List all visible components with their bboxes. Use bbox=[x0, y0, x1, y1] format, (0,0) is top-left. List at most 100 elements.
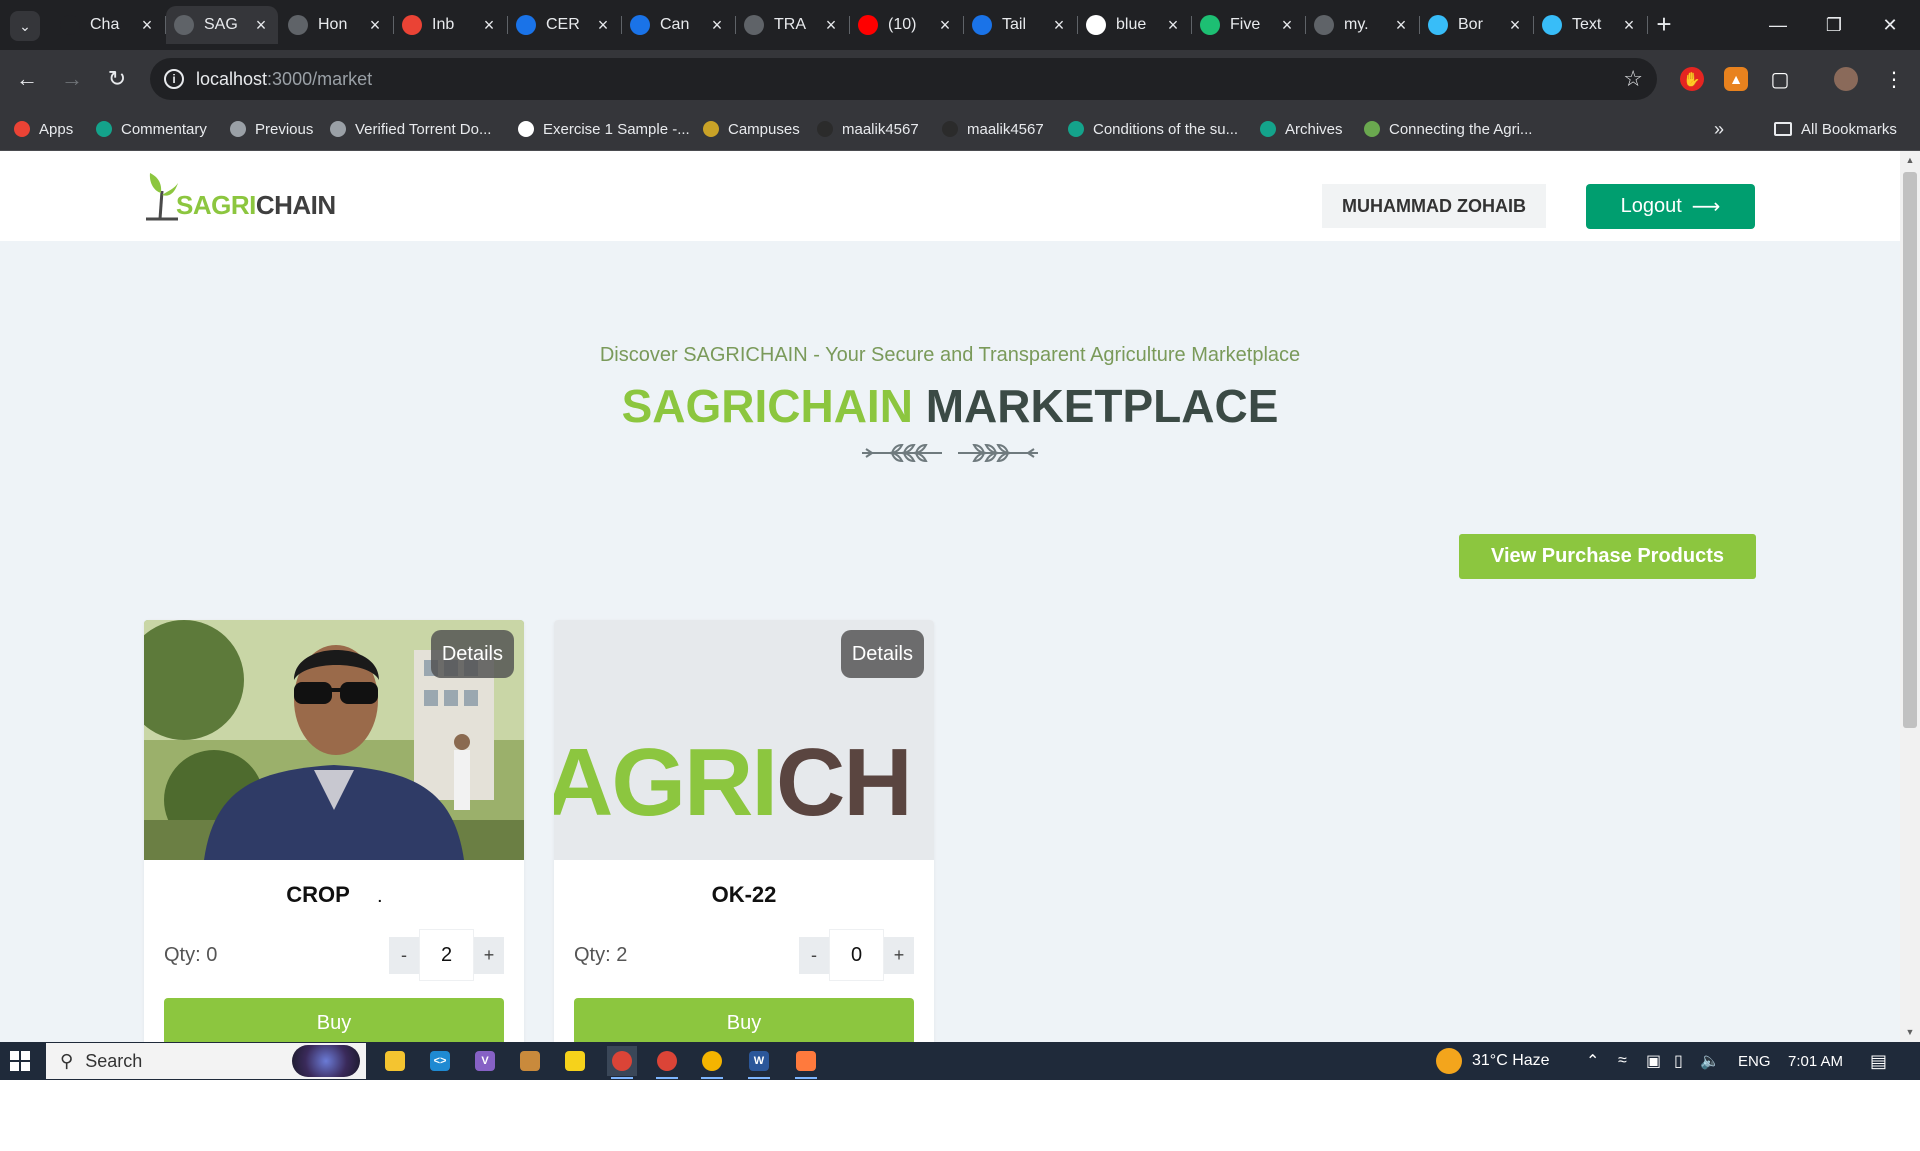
site-logo[interactable]: SAGRICHAIN bbox=[144, 169, 336, 221]
bookmark-item[interactable]: Exercise 1 Sample -... bbox=[518, 107, 690, 151]
details-button[interactable]: Details bbox=[430, 630, 514, 678]
new-tab-button[interactable]: + bbox=[1650, 11, 1678, 39]
reload-button[interactable]: ↻ bbox=[102, 64, 132, 94]
close-window-button[interactable]: ✕ bbox=[1862, 0, 1918, 50]
bookmark-item[interactable]: Connecting the Agri... bbox=[1364, 107, 1532, 151]
github-icon bbox=[817, 121, 833, 137]
back-button[interactable]: ← bbox=[12, 64, 42, 94]
taskbar-search[interactable]: ⚲ Search bbox=[46, 1043, 366, 1079]
close-tab-icon[interactable]: × bbox=[1506, 15, 1524, 36]
profile-avatar[interactable] bbox=[1834, 67, 1858, 91]
restore-button[interactable]: ❐ bbox=[1806, 0, 1862, 50]
sticky-notes-icon[interactable] bbox=[560, 1046, 590, 1076]
address-bar[interactable]: i localhost:3000/market ☆ bbox=[150, 58, 1657, 100]
visual-studio-icon[interactable]: V bbox=[470, 1046, 500, 1076]
browser-tab[interactable]: (10) × bbox=[850, 6, 964, 44]
show-hidden-icons[interactable]: ⌃ bbox=[1586, 1042, 1599, 1080]
all-bookmarks-button[interactable]: All Bookmarks bbox=[1774, 107, 1897, 151]
minimize-button[interactable]: — bbox=[1750, 0, 1806, 50]
increment-button[interactable]: + bbox=[884, 936, 914, 974]
decrement-button[interactable]: - bbox=[799, 936, 829, 974]
language-indicator[interactable]: ENG bbox=[1738, 1042, 1771, 1080]
browser-tab[interactable]: Five × bbox=[1192, 6, 1306, 44]
close-tab-icon[interactable]: × bbox=[936, 15, 954, 36]
close-tab-icon[interactable]: × bbox=[708, 15, 726, 36]
file-explorer-icon[interactable] bbox=[380, 1046, 410, 1076]
bookmark-item[interactable]: Previous bbox=[230, 107, 313, 151]
browser-tab[interactable]: CER × bbox=[508, 6, 622, 44]
globe-icon bbox=[330, 121, 346, 137]
vertical-scrollbar[interactable]: ▲ ▼ bbox=[1900, 151, 1920, 1042]
scrollbar-thumb[interactable] bbox=[1903, 172, 1917, 728]
increment-button[interactable]: + bbox=[474, 936, 504, 974]
buy-button[interactable]: Buy bbox=[574, 998, 914, 1042]
browser-tab[interactable]: Cha × bbox=[52, 6, 166, 44]
scroll-up-arrow-icon[interactable]: ▲ bbox=[1904, 155, 1916, 165]
browser-tab[interactable]: Text × bbox=[1534, 6, 1648, 44]
browser-tab[interactable]: Can × bbox=[622, 6, 736, 44]
bookmark-item[interactable]: Apps bbox=[14, 107, 73, 151]
more-bookmarks-icon[interactable]: » bbox=[1714, 107, 1724, 151]
notifications-icon[interactable]: ▤ bbox=[1870, 1042, 1887, 1080]
bookmark-item[interactable]: Campuses bbox=[703, 107, 800, 151]
close-tab-icon[interactable]: × bbox=[1050, 15, 1068, 36]
close-tab-icon[interactable]: × bbox=[1620, 15, 1638, 36]
sublime-icon[interactable] bbox=[791, 1046, 821, 1079]
metamask-extension-icon[interactable]: ▲ bbox=[1724, 67, 1748, 91]
menu-kebab-icon[interactable]: ⋮ bbox=[1882, 67, 1906, 91]
clock[interactable]: 7:01 AM bbox=[1788, 1042, 1843, 1080]
arrow-left-icon: ← bbox=[16, 66, 38, 91]
bookmark-star-icon[interactable]: ☆ bbox=[1623, 66, 1643, 92]
close-tab-icon[interactable]: × bbox=[1392, 15, 1410, 36]
bookmark-item[interactable]: Verified Torrent Do... bbox=[330, 107, 491, 151]
close-tab-icon[interactable]: × bbox=[1278, 15, 1296, 36]
chrome-profile-icon[interactable] bbox=[652, 1046, 682, 1079]
close-tab-icon[interactable]: × bbox=[594, 15, 612, 36]
bookmark-item[interactable]: maalik4567 bbox=[817, 107, 919, 151]
bookmark-item[interactable]: Archives bbox=[1260, 107, 1343, 151]
vscode-icon[interactable]: <> bbox=[425, 1046, 455, 1076]
close-tab-icon[interactable]: × bbox=[1164, 15, 1182, 36]
windows-start-icon[interactable] bbox=[10, 1051, 30, 1071]
word-icon[interactable]: W bbox=[744, 1046, 774, 1079]
browser-tab[interactable]: Hon × bbox=[280, 6, 394, 44]
quantity-input[interactable]: 2 bbox=[419, 929, 474, 981]
site-info-icon[interactable]: i bbox=[164, 69, 184, 89]
package-app-icon[interactable] bbox=[515, 1046, 545, 1076]
close-tab-icon[interactable]: × bbox=[822, 15, 840, 36]
user-name-chip[interactable]: MUHAMMAD ZOHAIB bbox=[1322, 184, 1546, 228]
browser-tab[interactable]: blue × bbox=[1078, 6, 1192, 44]
chrome-taskbar-icon[interactable] bbox=[607, 1046, 637, 1079]
meet-icon[interactable]: ▣ bbox=[1646, 1042, 1661, 1080]
extensions-puzzle-icon[interactable]: ▢ bbox=[1768, 67, 1792, 91]
buy-button[interactable]: Buy bbox=[164, 998, 504, 1042]
browser-tab[interactable]: SAG × bbox=[166, 6, 278, 44]
quantity-input[interactable]: 0 bbox=[829, 929, 884, 981]
browser-tab[interactable]: TRA × bbox=[736, 6, 850, 44]
bookmark-item[interactable]: Commentary bbox=[96, 107, 207, 151]
close-tab-icon[interactable]: × bbox=[480, 15, 498, 36]
bookmark-item[interactable]: maalik4567 bbox=[942, 107, 1044, 151]
browser-tab[interactable]: Bor × bbox=[1420, 6, 1534, 44]
close-tab-icon[interactable]: × bbox=[252, 15, 270, 36]
chrome-profile-icon[interactable] bbox=[697, 1046, 727, 1079]
bookmark-item[interactable]: Conditions of the su... bbox=[1068, 107, 1238, 151]
battery-icon[interactable]: ▯ bbox=[1674, 1042, 1683, 1080]
details-button[interactable]: Details bbox=[840, 630, 924, 678]
browser-tab[interactable]: Inb × bbox=[394, 6, 508, 44]
browser-tab[interactable]: my. × bbox=[1306, 6, 1420, 44]
scroll-down-arrow-icon[interactable]: ▼ bbox=[1904, 1027, 1916, 1037]
wifi-icon[interactable]: ≈ bbox=[1618, 1042, 1627, 1080]
logout-button[interactable]: Logout ⟶ bbox=[1586, 184, 1755, 229]
close-tab-icon[interactable]: × bbox=[138, 15, 156, 36]
decrement-button[interactable]: - bbox=[389, 936, 419, 974]
browser-tab[interactable]: Tail × bbox=[964, 6, 1078, 44]
close-tab-icon[interactable]: × bbox=[366, 15, 384, 36]
weather-widget[interactable]: 31°C Haze bbox=[1436, 1042, 1550, 1080]
url-text[interactable]: localhost:3000/market bbox=[196, 69, 372, 90]
tab-search-button[interactable]: ⌄ bbox=[10, 11, 40, 41]
adblock-extension-icon[interactable]: ✋ bbox=[1680, 67, 1704, 91]
forward-button[interactable]: → bbox=[57, 64, 87, 94]
view-purchase-products-button[interactable]: View Purchase Products bbox=[1459, 534, 1756, 579]
volume-icon[interactable]: 🔈 bbox=[1700, 1042, 1720, 1080]
